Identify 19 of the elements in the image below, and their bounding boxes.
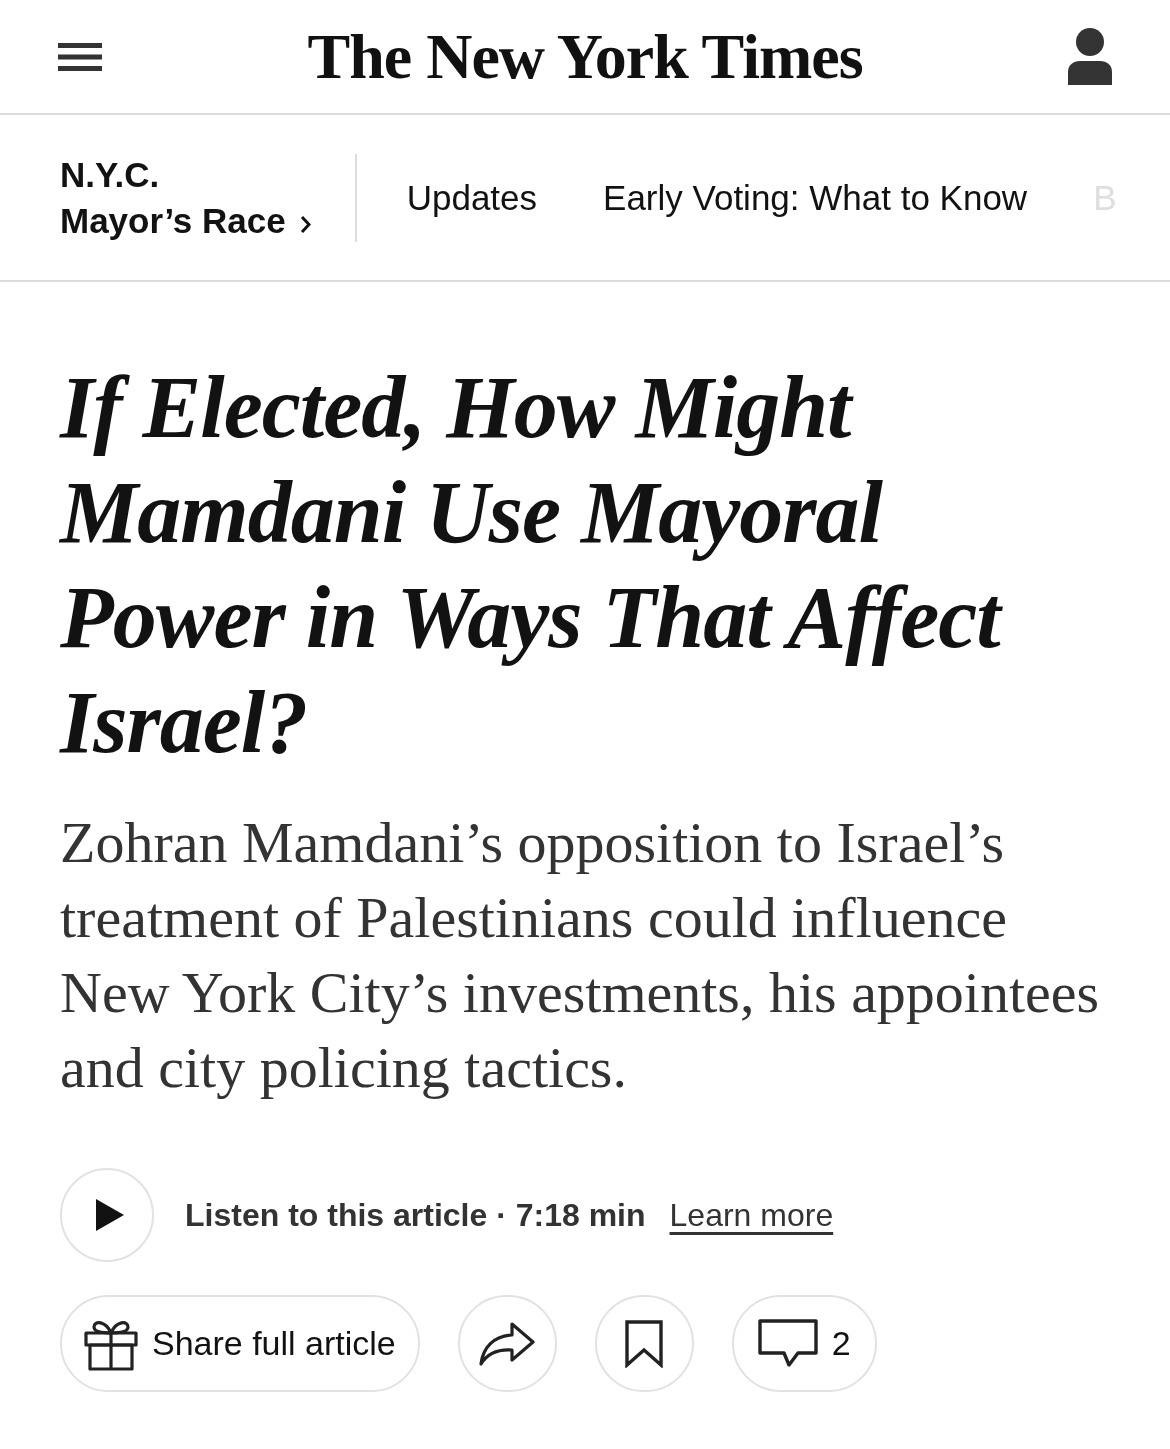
- listen-label: Listen to this article · 7:18 min: [185, 1196, 646, 1235]
- comment-icon: [757, 1318, 818, 1369]
- bookmark-icon: [625, 1319, 664, 1368]
- headline: If Elected, How Might Mamdani Use Mayoral Power in Ways That Affect Israel?: [60, 355, 1120, 775]
- account-button[interactable]: [1068, 28, 1112, 85]
- section-link[interactable]: N.Y.C. Mayor’s Race: [60, 151, 311, 244]
- person-icon: [1068, 28, 1112, 85]
- play-icon: [96, 1199, 124, 1231]
- learn-more-link[interactable]: Learn more: [669, 1191, 834, 1239]
- menu-button[interactable]: [58, 42, 102, 71]
- share-arrow-icon: [479, 1321, 536, 1366]
- article-summary: Zohran Mamdani’s opposition to Israel’s treatment of Palestinians could influence New York City’s investments, his appointees and city policing tactics.: [60, 809, 1101, 1102]
- comments-button[interactable]: 2: [731, 1295, 877, 1392]
- section-nav-link[interactable]: Early Voting: What to Know: [603, 175, 1028, 220]
- menu-icon: [58, 42, 102, 71]
- section-nav-link[interactable]: Updates: [406, 175, 538, 220]
- chevron-right-icon: [299, 214, 311, 234]
- newspaper-logo[interactable]: The New York Times: [307, 21, 863, 92]
- share-full-article-button[interactable]: Share full article: [60, 1295, 420, 1392]
